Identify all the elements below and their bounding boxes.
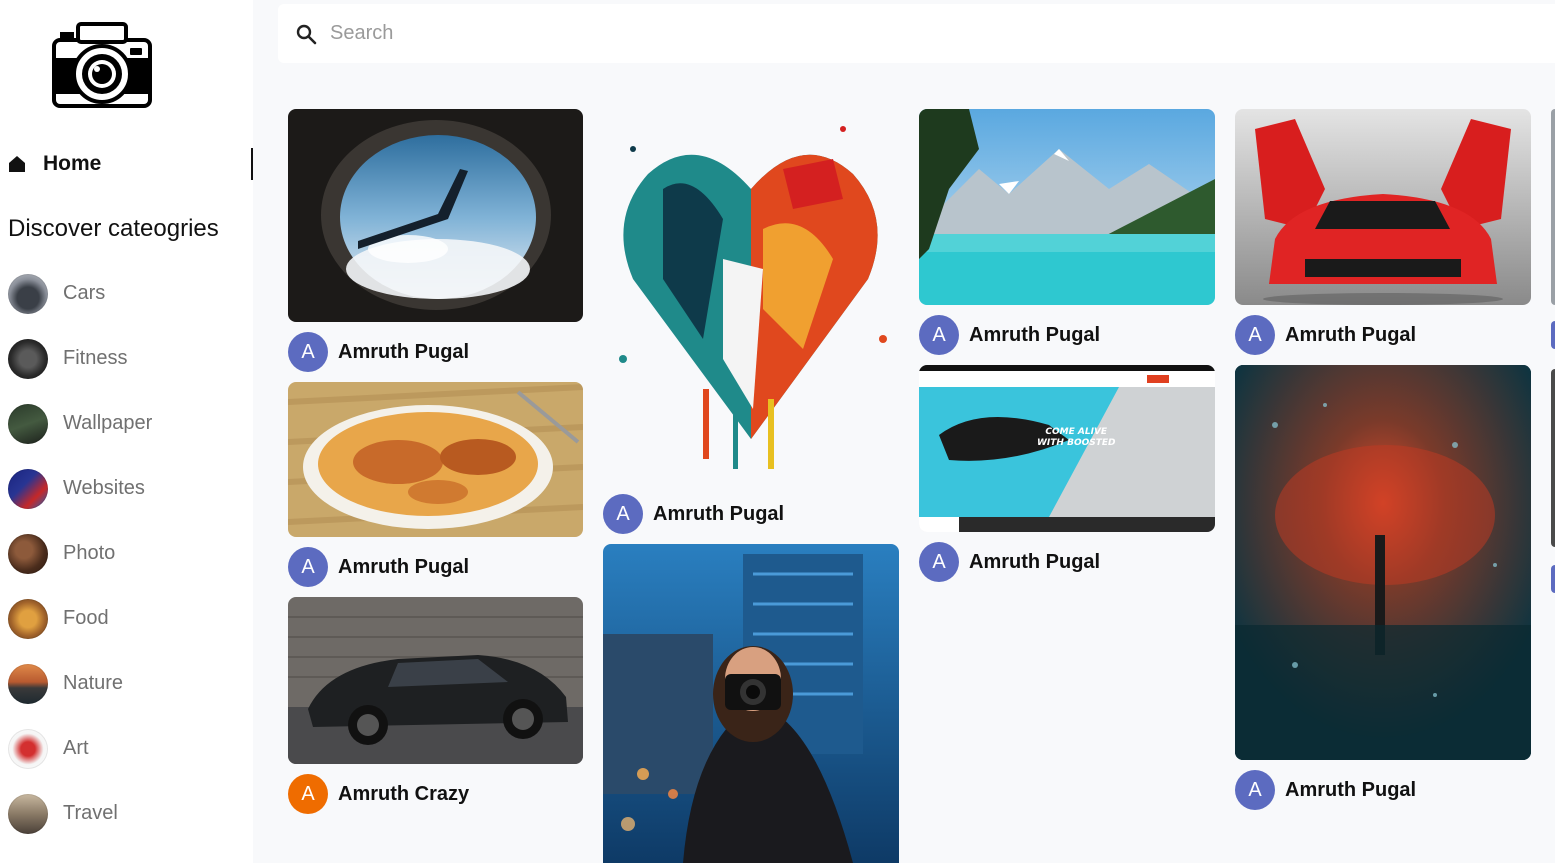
category-item-wallpaper[interactable]: Wallpaper [8, 402, 248, 467]
category-label: Websites [63, 477, 145, 499]
food-thumbnail [8, 599, 48, 639]
author-name: Amruth Pugal [969, 550, 1101, 573]
author-name: Amruth Pugal [338, 340, 470, 363]
sidebar: Home Discover cateogries Cars Fitness Wa… [0, 0, 253, 863]
avatar: A [288, 774, 328, 814]
partial-image [1551, 109, 1555, 305]
pin-card[interactable] [288, 382, 583, 537]
category-label: Cars [63, 282, 106, 304]
pin-author[interactable]: A Amruth Pugal [1235, 315, 1416, 355]
camera-logo-icon[interactable] [52, 20, 152, 112]
category-item-food[interactable]: Food [8, 597, 248, 662]
category-label: Fitness [63, 347, 128, 369]
author-name: Amruth Crazy [338, 782, 470, 805]
category-label: Travel [63, 802, 118, 824]
pin-card[interactable] [603, 109, 899, 485]
avatar: A [288, 547, 328, 587]
website-headline-line-1: COME ALIVE [1045, 427, 1108, 437]
website-headline: COME ALIVE WITH BOOSTED [1037, 427, 1115, 449]
pin-card[interactable] [288, 109, 583, 322]
pin-author[interactable]: A Amruth Pugal [919, 542, 1100, 582]
mountain-lake-image[interactable] [919, 109, 1215, 305]
home-label: Home [43, 152, 102, 175]
red-ferrari-image[interactable] [1235, 109, 1531, 305]
category-list: Cars Fitness Wallpaper Websites Photo Fo… [8, 272, 248, 857]
avatar: A [288, 332, 328, 372]
partial-avatar [1551, 321, 1555, 349]
pin-card[interactable] [288, 597, 583, 764]
author-name: Amruth Pugal [1285, 323, 1417, 346]
avatar: A [1235, 315, 1275, 355]
author-name: Amruth Pugal [653, 502, 785, 525]
pin-author[interactable]: A Amruth Pugal [1235, 770, 1416, 810]
discover-title: Discover cateogries [8, 215, 219, 242]
category-item-cars[interactable]: Cars [8, 272, 248, 337]
travel-thumbnail [8, 794, 48, 834]
category-item-photo[interactable]: Photo [8, 532, 248, 597]
avatar: A [919, 315, 959, 355]
pin-card[interactable] [603, 544, 899, 863]
fitness-thumbnail [8, 339, 48, 379]
category-item-art[interactable]: Art [8, 727, 248, 792]
author-name: Amruth Pugal [338, 555, 470, 578]
websites-thumbnail [8, 469, 48, 509]
pin-author[interactable]: A Amruth Pugal [919, 315, 1100, 355]
category-item-fitness[interactable]: Fitness [8, 337, 248, 402]
category-item-nature[interactable]: Nature [8, 662, 248, 727]
category-label: Photo [63, 542, 116, 564]
category-label: Art [63, 737, 89, 759]
website-screenshot-image[interactable]: COME ALIVE WITH BOOSTED [919, 365, 1215, 532]
black-ferrari-image[interactable] [288, 597, 583, 764]
category-label: Nature [63, 672, 124, 694]
home-icon [8, 155, 26, 173]
car-thumbnail [8, 274, 48, 314]
search-icon[interactable] [295, 23, 317, 45]
pin-card-partial[interactable] [1551, 109, 1555, 305]
author-name: Amruth Pugal [1285, 778, 1417, 801]
author-name: Amruth Pugal [969, 323, 1101, 346]
search-bar [278, 4, 1555, 63]
pin-author[interactable]: A Amruth Pugal [603, 494, 784, 534]
pin-card[interactable] [1235, 365, 1531, 760]
pin-author[interactable]: A Amruth Pugal [288, 332, 469, 372]
pin-card-partial[interactable] [1551, 369, 1555, 547]
wallpaper-thumbnail [8, 404, 48, 444]
pin-card[interactable] [919, 109, 1215, 305]
photo-thumbnail [8, 534, 48, 574]
pin-author[interactable]: A Amruth Crazy [288, 774, 469, 814]
rainy-tree-image[interactable] [1235, 365, 1531, 760]
paint-heart-image[interactable] [603, 109, 899, 485]
partial-image [1551, 369, 1555, 547]
category-item-travel[interactable]: Travel [8, 792, 248, 857]
nature-thumbnail [8, 664, 48, 704]
pin-card[interactable]: COME ALIVE WITH BOOSTED [919, 365, 1215, 532]
category-label: Food [63, 607, 109, 629]
art-thumbnail [8, 729, 48, 769]
pin-card[interactable] [1235, 109, 1531, 305]
photographer-image[interactable] [603, 544, 899, 863]
partial-avatar [1551, 565, 1555, 593]
biryani-image[interactable] [288, 382, 583, 537]
avatar: A [919, 542, 959, 582]
avatar: A [1235, 770, 1275, 810]
airplane-window-image[interactable] [288, 109, 583, 322]
website-headline-line-2: WITH BOOSTED [1037, 438, 1116, 448]
pin-author[interactable]: A Amruth Pugal [288, 547, 469, 587]
category-label: Wallpaper [63, 412, 153, 434]
avatar: A [603, 494, 643, 534]
category-item-websites[interactable]: Websites [8, 467, 248, 532]
active-indicator [251, 148, 253, 180]
search-input[interactable] [328, 21, 1432, 46]
nav-home[interactable]: Home [8, 146, 253, 182]
